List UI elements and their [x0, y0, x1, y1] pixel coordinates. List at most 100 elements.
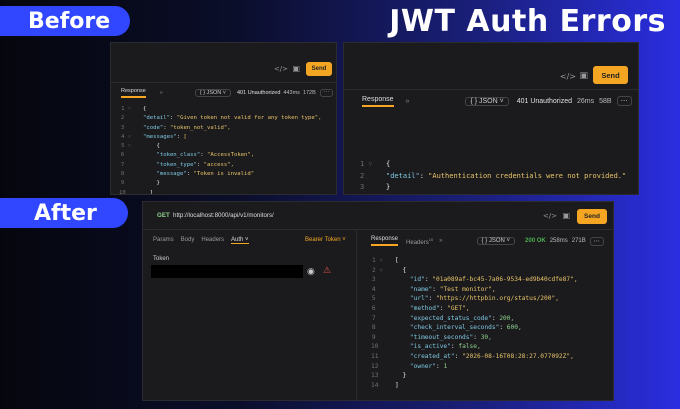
- line-number: 1 ˅: [372, 257, 383, 264]
- line-number: 12: [371, 362, 386, 370]
- code-line: 3 "code": "token_not_valid",: [119, 124, 322, 133]
- line-number: 5 ˅: [121, 143, 131, 150]
- line-number: 9: [120, 180, 131, 187]
- tab-headers[interactable]: Headers: [201, 237, 224, 244]
- code-icon[interactable]: </>: [560, 72, 576, 81]
- code-line: 1 ˅[: [372, 257, 399, 264]
- line-number: 3: [120, 124, 131, 131]
- eye-icon[interactable]: ◉: [307, 266, 315, 277]
- response-size: 58B: [599, 97, 612, 105]
- line-number: 1 ˅: [121, 106, 131, 112]
- tab-response[interactable]: Response: [362, 96, 394, 107]
- before-left-panel: </> ▣ Send Response » { } JSON ˅ 401 Una…: [110, 42, 337, 195]
- more-icon[interactable]: ⋯: [319, 89, 334, 97]
- response-time: 26ms: [576, 97, 595, 105]
- code-line: 3 }: [360, 182, 626, 194]
- format-select[interactable]: { } JSON ˅: [476, 237, 516, 245]
- code-icon[interactable]: </>: [543, 212, 557, 220]
- format-select[interactable]: { } JSON ˅: [194, 89, 231, 97]
- line-number: 2: [120, 115, 131, 122]
- line-number: 4 ˅: [121, 133, 131, 140]
- code-line: 8 "check_interval_seconds": 600,: [371, 324, 522, 332]
- code-line: 10 "is_active": false,: [371, 343, 481, 351]
- line-number: 6: [120, 152, 131, 159]
- before-right-panel: </> ▣ Send Response » { } JSON ˅ 401 Una…: [343, 42, 639, 195]
- code-line: 5 ˅ {: [119, 142, 322, 151]
- code-line: 2 ˅ {: [372, 266, 407, 274]
- chevron-right-icon[interactable]: »: [160, 90, 163, 96]
- page-title: JWT Auth Errors: [389, 4, 666, 39]
- send-button[interactable]: Send: [593, 66, 628, 84]
- token-label: Token: [153, 256, 170, 262]
- line-number: 5: [371, 295, 383, 303]
- after-label: After: [0, 198, 128, 228]
- code-line: 2 "detail": "Given token not valid for a…: [119, 114, 322, 123]
- tab-auth[interactable]: Auth ˅: [231, 237, 249, 244]
- line-number: 2 ˅: [372, 266, 383, 274]
- more-icon[interactable]: ⋯: [589, 236, 604, 246]
- code-line: 6 "method": "GET",: [371, 304, 470, 312]
- tab-response[interactable]: Response: [371, 236, 399, 246]
- send-button[interactable]: Send: [306, 62, 332, 76]
- status-text: 200 OK: [525, 238, 546, 244]
- response-body: 1 ˅{2 "detail": "Given token not valid f…: [119, 105, 322, 195]
- code-line: 6 "token_class": "AccessToken",: [119, 151, 322, 160]
- url-input[interactable]: http://localhost:8000/api/v1/monitors/: [173, 212, 274, 219]
- token-input[interactable]: [151, 265, 303, 278]
- code-line: 4 ˅ "messages": [: [119, 133, 322, 142]
- code-line: 13 }: [371, 372, 407, 380]
- request-bar: </> ▣ Send: [111, 43, 336, 83]
- code-line: 9 "timeout_seconds": 30,: [371, 333, 492, 341]
- save-icon[interactable]: ▣: [292, 64, 300, 73]
- request-pane: Params Body Headers Auth ˅ Bearer Token …: [143, 230, 357, 400]
- line-number: 7: [120, 161, 131, 168]
- response-body: 1 ˅[ 2 ˅ { 3 "id": "01a089af-bc45-7a06-953…: [371, 256, 578, 390]
- save-icon[interactable]: ▣: [562, 211, 570, 220]
- response-size: 271B: [571, 238, 586, 244]
- save-icon[interactable]: ▣: [579, 71, 588, 81]
- method-label[interactable]: GET: [157, 212, 170, 219]
- code-line: 12 "owner": 1: [371, 362, 448, 370]
- request-tabs: Params Body Headers Auth ˅: [153, 237, 249, 244]
- code-line: 3 "id": "01a089af-bc45-7a06-9534-ed9b40c…: [371, 276, 578, 284]
- tab-response[interactable]: Response: [121, 88, 146, 98]
- response-time: 443ms: [283, 90, 300, 96]
- status-text: 401 Unauthorized: [237, 90, 281, 96]
- code-line: 1 ˅{: [360, 159, 626, 171]
- code-line: 5 "url": "https://httpbin.org/status/200…: [371, 295, 559, 303]
- before-label: Before: [0, 6, 130, 36]
- send-button[interactable]: Send: [577, 209, 607, 224]
- line-number: 8: [371, 324, 383, 332]
- request-bar: GET http://localhost:8000/api/v1/monitor…: [143, 202, 613, 230]
- tab-params[interactable]: Params: [153, 237, 174, 244]
- tab-body[interactable]: Body: [181, 237, 195, 244]
- line-number: 14: [371, 381, 386, 389]
- auth-type-select[interactable]: Bearer Token ˅: [305, 237, 346, 243]
- more-icon[interactable]: ⋯: [616, 96, 632, 106]
- request-bar: </> ▣ Send: [344, 43, 638, 90]
- code-line: 2 "detail": "Authentication credentials …: [360, 171, 626, 183]
- line-number: 10: [119, 189, 133, 195]
- format-select[interactable]: { } JSON ˅: [465, 96, 509, 106]
- response-time: 258ms: [549, 238, 568, 244]
- code-line: 10 ]: [119, 189, 322, 195]
- line-number: 11: [371, 352, 386, 360]
- warning-icon[interactable]: ⚠: [323, 265, 331, 276]
- tab-headers[interactable]: Headers10: [406, 237, 433, 246]
- line-number: 2: [360, 171, 373, 180]
- code-line: 4 "name": "Test monitor",: [371, 285, 496, 293]
- code-line: 8 "message": "Token is invalid": [119, 170, 322, 179]
- status-text: 401 Unauthorized: [516, 97, 572, 105]
- after-panel: GET http://localhost:8000/api/v1/monitor…: [142, 201, 614, 401]
- line-number: 13: [371, 372, 386, 380]
- chevron-right-icon[interactable]: »: [439, 238, 442, 244]
- chevron-right-icon[interactable]: »: [406, 98, 410, 105]
- line-number: 7: [371, 314, 383, 322]
- response-body: 1 ˅{2 "detail": "Authentication credenti…: [360, 159, 626, 194]
- code-icon[interactable]: </>: [274, 65, 288, 73]
- line-number: 6: [371, 304, 383, 312]
- line-number: 9: [371, 333, 383, 341]
- code-line: 11 "created_at": "2026-08-16T08:28:27.07…: [371, 352, 574, 360]
- code-line: 14 ]: [371, 381, 399, 389]
- code-line: 7 "expected_status_code": 200,: [371, 314, 515, 322]
